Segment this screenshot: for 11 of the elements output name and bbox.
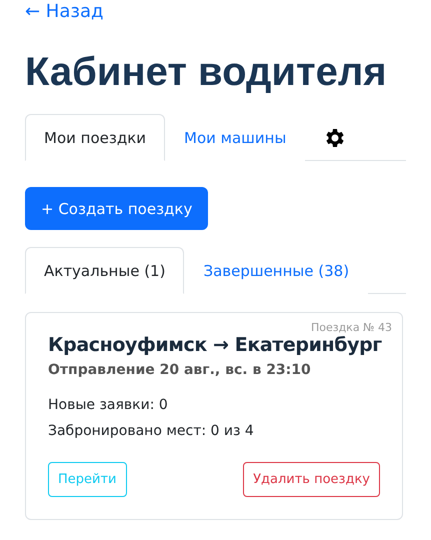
departure-time: Отправление 20 авг., вс. в 23:10 [48, 362, 312, 378]
trip-detail: Новые заявки: 0 [48, 396, 169, 415]
create-trip-button[interactable]: + Создать поездку [25, 187, 208, 230]
page-title: Кабинет водителя [25, 49, 387, 96]
trip-number: Поездка № 43 [310, 321, 392, 334]
tab[interactable]: Мои поездки [25, 114, 166, 161]
trip-route: Красноуфимск → Екатеринбург [48, 334, 380, 356]
trip-detail: Забронировано мест: 0 из 4 [48, 422, 255, 441]
delete-button[interactable]: Удалить поездку [243, 462, 380, 497]
tab[interactable]: Актуальные (1) [25, 247, 184, 294]
back-link[interactable]: ← Назад [25, 0, 104, 24]
